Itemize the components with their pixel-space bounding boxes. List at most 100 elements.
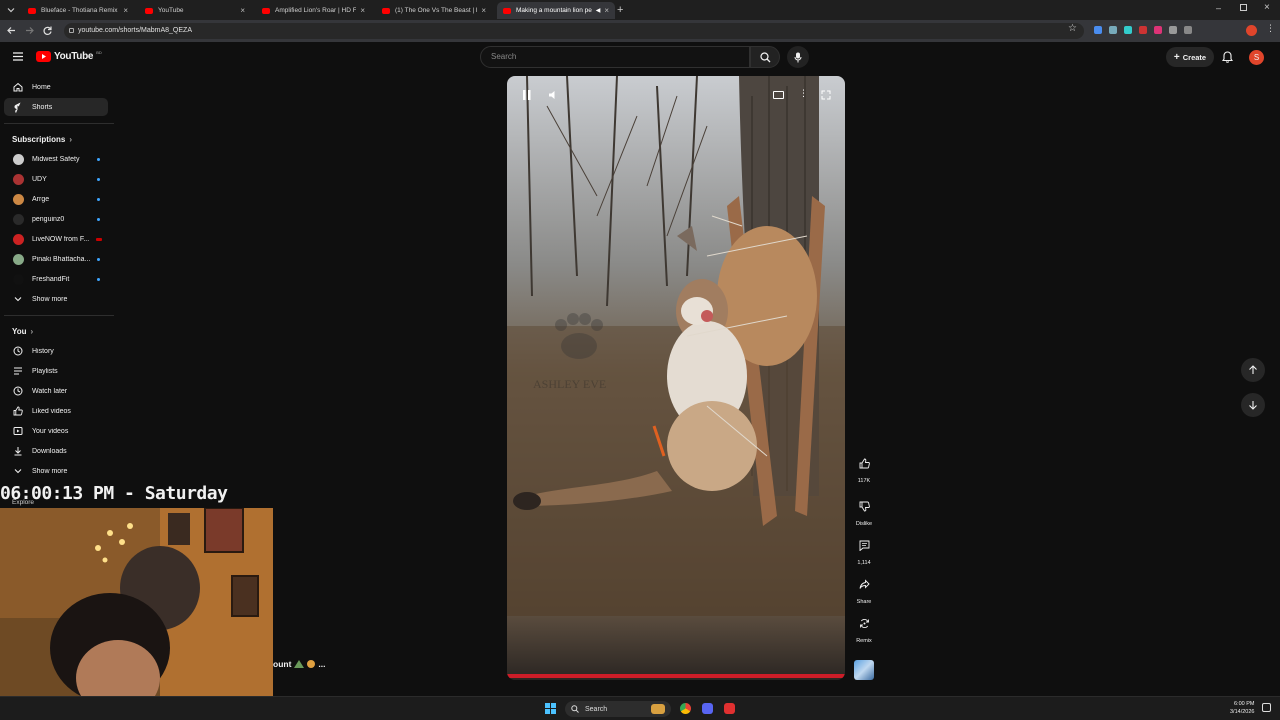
extension-icon[interactable] <box>1154 26 1162 34</box>
tab-close-icon[interactable]: × <box>240 6 245 15</box>
app-taskbar-icon[interactable] <box>724 703 735 714</box>
show-more-you[interactable]: Show more <box>4 462 108 480</box>
fullscreen-button[interactable] <box>821 90 831 100</box>
youtube-logo[interactable]: YouTube BD <box>36 50 102 62</box>
browser-tab[interactable]: YouTube × <box>139 2 251 19</box>
minimize-button[interactable]: – <box>1216 3 1221 13</box>
sidebar-item-home[interactable]: Home <box>4 78 108 96</box>
sidebar-item-label: Home <box>32 83 51 91</box>
next-short-button[interactable] <box>1241 393 1265 417</box>
subscriptions-heading[interactable]: Subscriptions › <box>12 135 72 144</box>
short-title-fragment[interactable]: ount ... <box>273 659 326 669</box>
sidebar-item-watch-later[interactable]: Watch later <box>4 382 108 400</box>
subscription-item[interactable]: penguinz0 <box>4 210 108 228</box>
watermark-text: ASHLEY EVE <box>533 377 607 391</box>
create-button[interactable]: + Create <box>1166 47 1214 67</box>
pause-button[interactable] <box>523 90 531 100</box>
extension-icon[interactable] <box>1109 26 1117 34</box>
profile-avatar-icon[interactable] <box>1246 25 1257 36</box>
like-button[interactable]: 117K <box>850 458 878 484</box>
sidebar-item-label: Shorts <box>32 103 53 111</box>
hamburger-menu-icon[interactable] <box>13 52 23 61</box>
back-icon[interactable] <box>6 25 17 36</box>
browser-menu-icon[interactable]: ⋮ <box>1266 23 1275 34</box>
start-button[interactable] <box>545 703 556 714</box>
url-field[interactable]: youtube.com/shorts/MabmA8_QEZA <box>64 23 1084 39</box>
sidebar-item-download[interactable]: Downloads <box>4 442 108 460</box>
notifications-bell-icon[interactable] <box>1222 51 1233 63</box>
browser-tab[interactable]: (1) The One Vs The Beast | Kur × <box>376 2 492 19</box>
browser-tab[interactable]: Amplified Lion's Roar | HD Figh × <box>256 2 371 19</box>
subscription-item[interactable]: LiveNOW from F... <box>4 230 108 248</box>
address-bar-row: youtube.com/shorts/MabmA8_QEZA ☆ ⋮ <box>0 20 1280 42</box>
live-indicator-icon <box>96 237 102 241</box>
more-options-icon[interactable]: ⋮ <box>799 88 808 99</box>
browser-tab[interactable]: Making a mountain lion pe ◀ × <box>497 2 615 19</box>
you-heading[interactable]: You › <box>12 327 33 336</box>
tab-audio-icon[interactable]: ◀ <box>596 7 601 14</box>
captions-button[interactable] <box>773 91 784 99</box>
browser-tab[interactable]: Blueface - Thotiana Remix ft. Ca × <box>22 2 134 19</box>
shorts-video-player[interactable]: ASHLEY EVE ⋮ <box>507 76 845 680</box>
search-button[interactable] <box>750 46 780 68</box>
like-count: 117K <box>857 478 871 484</box>
previous-short-button[interactable] <box>1241 358 1265 382</box>
maximize-button[interactable] <box>1240 4 1247 11</box>
you-title: You <box>12 327 27 336</box>
search-input[interactable]: Search <box>480 46 750 68</box>
taskbar-search[interactable]: Search <box>565 701 671 717</box>
subscription-label: UDY <box>32 175 47 183</box>
extension-icon[interactable] <box>1169 26 1177 34</box>
subscription-item[interactable]: UDY <box>4 170 108 188</box>
sidebar-item-your-videos[interactable]: Your videos <box>4 422 108 440</box>
extension-icon[interactable] <box>1124 26 1132 34</box>
tab-close-icon[interactable]: × <box>360 6 365 15</box>
tab-close-icon[interactable]: × <box>604 6 609 15</box>
site-info-icon[interactable] <box>69 28 74 33</box>
extension-icon[interactable] <box>1094 26 1102 34</box>
extension-icon[interactable] <box>1139 26 1147 34</box>
channel-avatar <box>4 233 32 245</box>
tab-close-icon[interactable]: × <box>481 6 486 15</box>
sidebar-item-shorts[interactable]: Shorts <box>4 98 108 116</box>
search-icon <box>759 51 770 62</box>
new-tab-button[interactable]: + <box>617 4 623 16</box>
channel-avatar <box>4 253 32 265</box>
sound-thumbnail[interactable] <box>850 660 878 680</box>
dislike-button[interactable]: Dislike <box>850 501 878 527</box>
notification-center-icon[interactable] <box>1262 703 1271 712</box>
channel-avatar-icon <box>12 213 24 225</box>
webcam-overlay <box>0 508 273 720</box>
share-button[interactable]: Share <box>850 579 878 605</box>
volume-button[interactable] <box>549 90 559 100</box>
sidebar-item-like[interactable]: Liked videos <box>4 402 108 420</box>
sidebar-item-playlists[interactable]: Playlists <box>4 362 108 380</box>
new-content-dot-icon <box>97 197 100 201</box>
close-window-button[interactable]: × <box>1264 2 1270 13</box>
comments-button[interactable]: 1,114 <box>850 540 878 566</box>
forward-icon[interactable] <box>24 25 35 36</box>
sidebar-item-label: Your videos <box>32 427 69 435</box>
extension-icon[interactable] <box>1184 26 1192 34</box>
subscription-item[interactable]: FreshandFit <box>4 270 108 288</box>
voice-search-button[interactable] <box>787 46 809 68</box>
channel-avatar-icon <box>12 193 24 205</box>
show-more-subscriptions[interactable]: Show more <box>4 290 108 308</box>
subscription-item[interactable]: Pinaki Bhattacha... <box>4 250 108 268</box>
subscription-item[interactable]: Midwest Safety <box>4 150 108 168</box>
extensions-area <box>1094 26 1192 34</box>
microphone-icon <box>794 52 802 62</box>
sidebar-item-history[interactable]: History <box>4 342 108 360</box>
subscription-item[interactable]: Arrge <box>4 190 108 208</box>
bookmark-star-icon[interactable]: ☆ <box>1068 23 1077 34</box>
tab-close-icon[interactable]: × <box>123 6 128 15</box>
tab-search-icon[interactable] <box>6 5 16 15</box>
taskbar-clock[interactable]: 6:00 PM 3/14/2026 <box>1230 700 1254 716</box>
reload-icon[interactable] <box>42 25 53 36</box>
chrome-taskbar-icon[interactable] <box>680 703 691 714</box>
taskbar-search-label: Search <box>585 705 608 713</box>
remix-button[interactable]: Remix <box>850 618 878 644</box>
discord-taskbar-icon[interactable] <box>702 703 713 714</box>
taskbar-time: 6:00 PM <box>1233 701 1255 707</box>
account-avatar[interactable]: S <box>1249 50 1264 65</box>
